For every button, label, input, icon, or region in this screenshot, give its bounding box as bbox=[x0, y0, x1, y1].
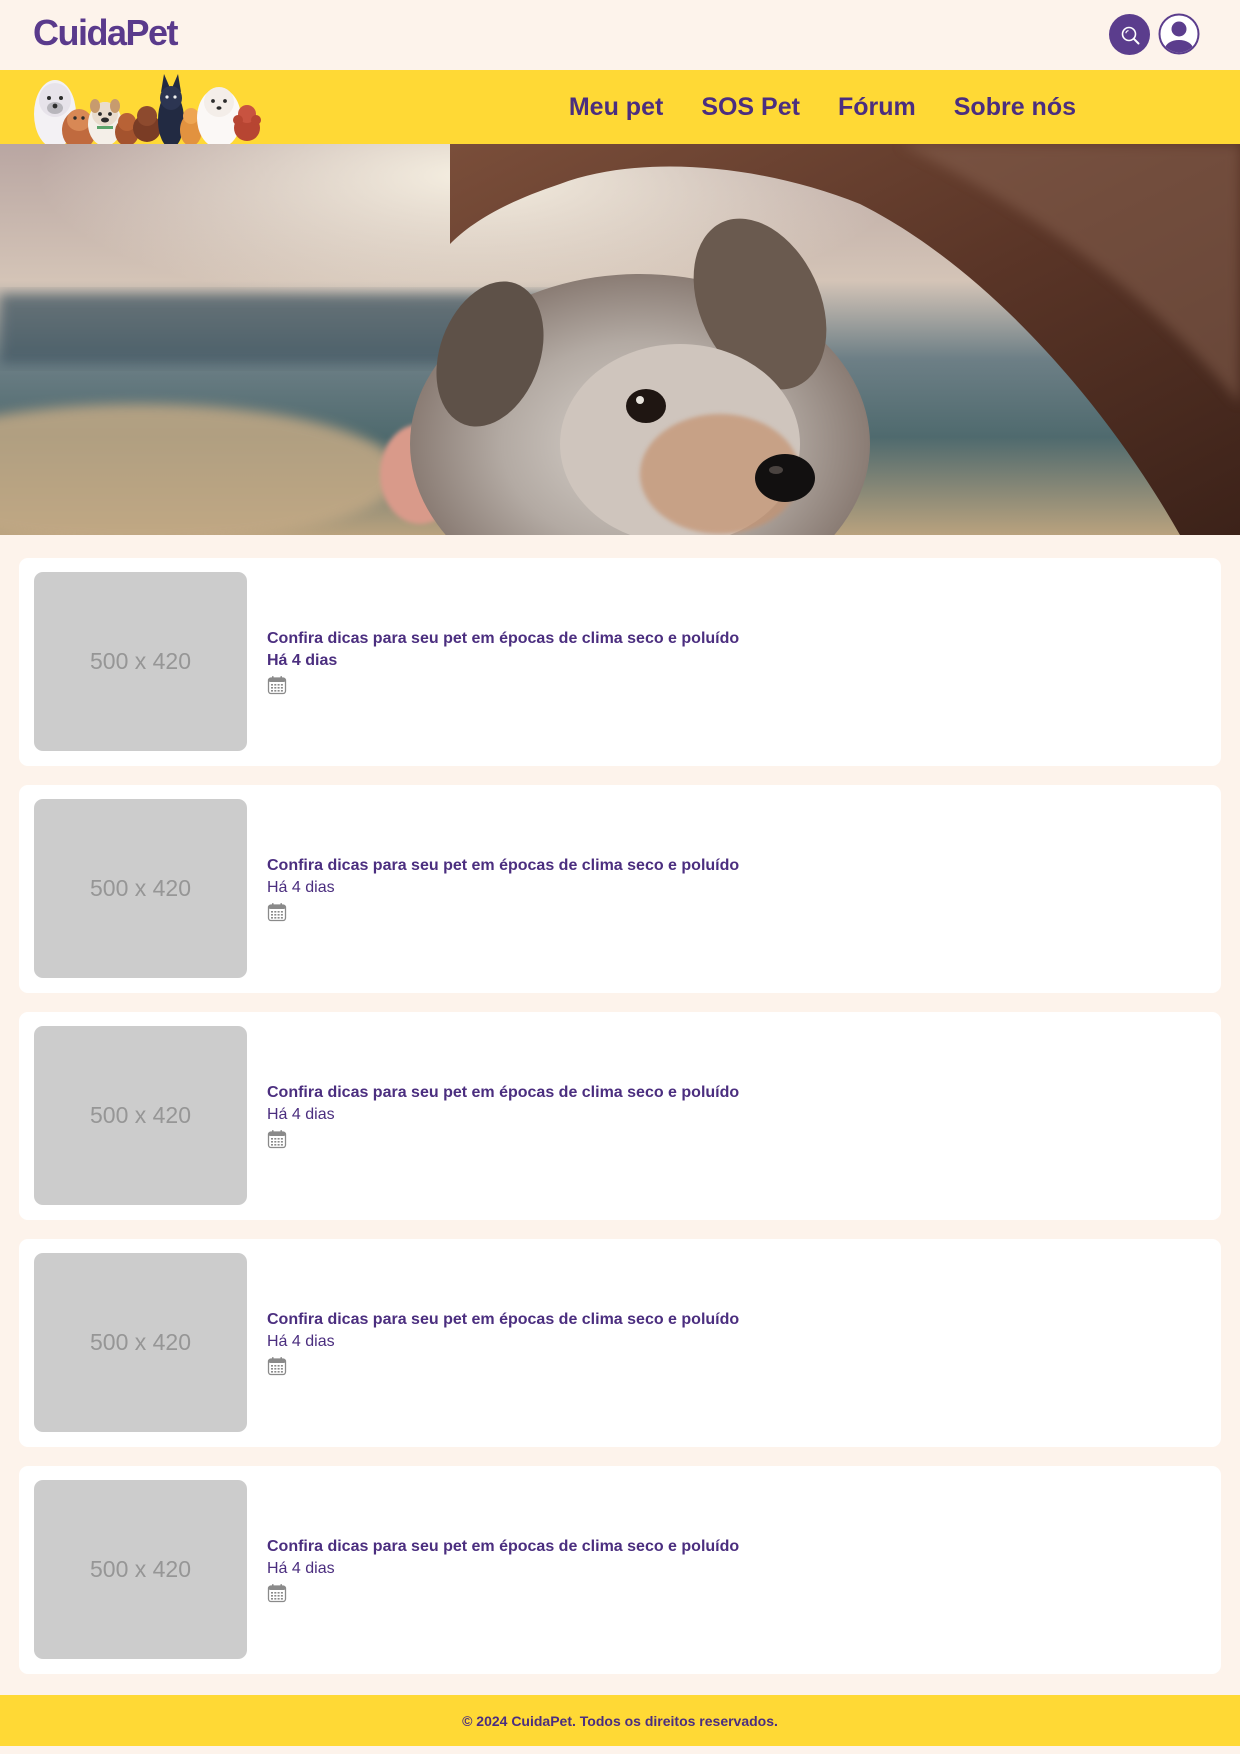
search-icon bbox=[1121, 26, 1139, 44]
main-navigation: Meu pet SOS Pet Fórum Sobre nós bbox=[0, 70, 1240, 144]
calendar-icon bbox=[267, 675, 287, 695]
calendar-icon bbox=[267, 1356, 287, 1376]
article-list: 500 x 420 Confira dicas para seu pet em … bbox=[19, 558, 1221, 1693]
dogs-illustration bbox=[33, 70, 261, 144]
calendar-icon bbox=[267, 1583, 287, 1603]
copyright-text: © 2024 CuidaPet. Todos os direitos reser… bbox=[462, 1712, 778, 1729]
article-card[interactable]: 500 x 420 Confira dicas para seu pet em … bbox=[19, 785, 1221, 993]
article-thumbnail-placeholder: 500 x 420 bbox=[34, 1253, 247, 1432]
nav-links: Meu pet SOS Pet Fórum Sobre nós bbox=[569, 70, 1076, 144]
hero-image bbox=[0, 144, 1240, 535]
user-avatar-icon bbox=[1158, 13, 1200, 55]
article-thumbnail-placeholder: 500 x 420 bbox=[34, 1026, 247, 1205]
nav-item-meu-pet[interactable]: Meu pet bbox=[569, 93, 663, 122]
user-profile-button[interactable] bbox=[1158, 13, 1200, 55]
nav-item-sos-pet[interactable]: SOS Pet bbox=[701, 93, 800, 122]
article-title[interactable]: Confira dicas para seu pet em épocas de … bbox=[267, 628, 739, 650]
nav-item-sobre-nos[interactable]: Sobre nós bbox=[954, 93, 1076, 122]
article-thumbnail-placeholder: 500 x 420 bbox=[34, 1480, 247, 1659]
article-date: Há 4 dias bbox=[267, 1333, 335, 1350]
article-date: Há 4 dias bbox=[267, 652, 338, 669]
article-card[interactable]: 500 x 420 Confira dicas para seu pet em … bbox=[19, 1012, 1221, 1220]
article-title[interactable]: Confira dicas para seu pet em épocas de … bbox=[267, 1536, 739, 1558]
site-footer: © 2024 CuidaPet. Todos os direitos reser… bbox=[0, 1695, 1240, 1746]
article-card[interactable]: 500 x 420 Confira dicas para seu pet em … bbox=[19, 1239, 1221, 1447]
article-thumbnail-placeholder: 500 x 420 bbox=[34, 572, 247, 751]
article-date: Há 4 dias bbox=[267, 879, 335, 896]
top-header: CuidaPet bbox=[0, 0, 1240, 70]
calendar-icon bbox=[267, 1129, 287, 1149]
nav-item-forum[interactable]: Fórum bbox=[838, 93, 916, 122]
article-date: Há 4 dias bbox=[267, 1106, 335, 1123]
article-title[interactable]: Confira dicas para seu pet em épocas de … bbox=[267, 1082, 739, 1104]
article-thumbnail-placeholder: 500 x 420 bbox=[34, 799, 247, 978]
search-button[interactable] bbox=[1109, 14, 1150, 55]
site-logo[interactable]: CuidaPet bbox=[33, 13, 179, 53]
article-date: Há 4 dias bbox=[267, 1560, 335, 1577]
article-title[interactable]: Confira dicas para seu pet em épocas de … bbox=[267, 855, 739, 877]
article-title[interactable]: Confira dicas para seu pet em épocas de … bbox=[267, 1309, 739, 1331]
calendar-icon bbox=[267, 902, 287, 922]
article-card[interactable]: 500 x 420 Confira dicas para seu pet em … bbox=[19, 558, 1221, 766]
article-card[interactable]: 500 x 420 Confira dicas para seu pet em … bbox=[19, 1466, 1221, 1674]
